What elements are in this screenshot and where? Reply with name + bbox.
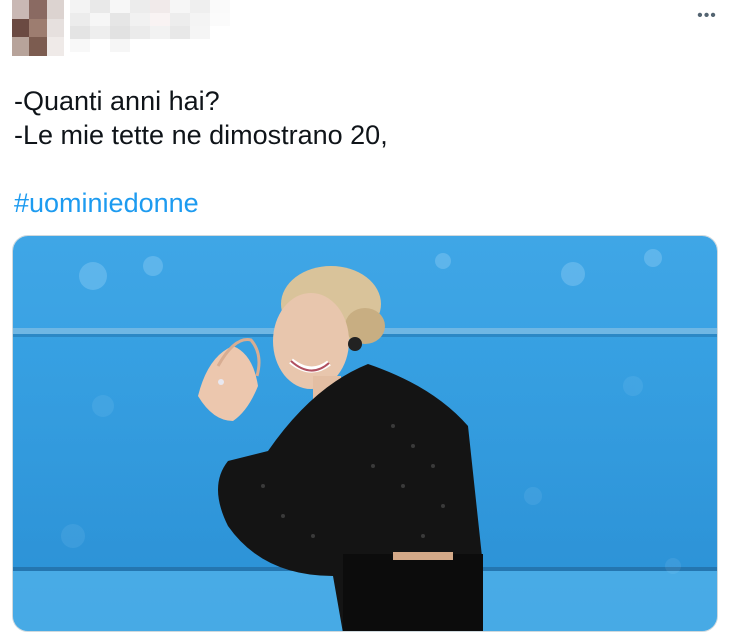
photo-image	[13, 236, 717, 631]
more-options-button[interactable]: •••	[695, 6, 719, 26]
hashtag-link[interactable]: #uominiedonne	[14, 186, 199, 220]
tweet-text: -Quanti anni hai? -Le mie tette ne dimos…	[14, 84, 717, 152]
author-name-blurred[interactable]	[70, 0, 230, 52]
avatar[interactable]	[12, 0, 64, 56]
tweet-text-line: -Le mie tette ne dimostrano 20,	[14, 120, 388, 150]
tweet-card: ••• -Quanti anni hai? -Le mie tette ne d…	[0, 0, 737, 639]
tweet-header: •••	[0, 0, 737, 70]
more-horizontal-icon: •••	[697, 7, 717, 24]
tweet-media-photo[interactable]	[12, 235, 718, 632]
tweet-text-line: -Quanti anni hai?	[14, 86, 220, 116]
